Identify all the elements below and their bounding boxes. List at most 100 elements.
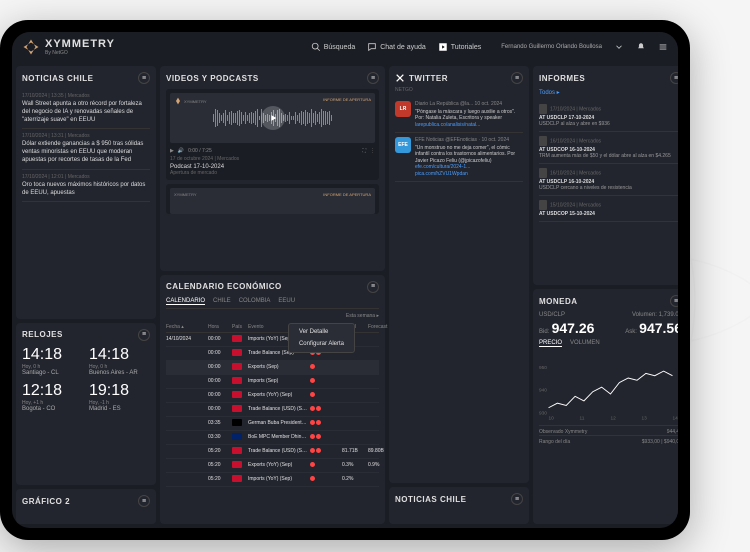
document-icon (539, 168, 547, 178)
panel-title: TWITTER (409, 74, 448, 83)
panel-menu-icon[interactable]: ≡ (670, 72, 678, 84)
panel-menu-icon[interactable]: ≡ (670, 295, 678, 307)
svg-text:11: 11 (580, 415, 585, 421)
calendar-row[interactable]: 03:30BoE MPC Member Dhingra S... (166, 431, 379, 445)
clock: 12:18Hoy, +1 hBogota - CO (22, 382, 83, 412)
report-item[interactable]: 16/10/2024 | MercadosAT USDCLP 16-10-202… (539, 164, 678, 196)
svg-text:930: 930 (539, 411, 547, 417)
play-button[interactable] (261, 106, 285, 130)
chat-icon (367, 42, 377, 52)
panel-title: CALENDARIO ECONÓMICO (166, 282, 282, 291)
panel-title: RELOJES (22, 330, 63, 339)
svg-text:12: 12 (611, 415, 617, 421)
panel-menu-icon[interactable]: ≡ (138, 495, 150, 507)
panel-menu-icon[interactable]: ≡ (138, 72, 150, 84)
ask-price: 947.56 (639, 320, 678, 336)
calendar-row[interactable]: 00:00Imports (Sep) 9.7% (166, 375, 379, 389)
brand-logo: XYMMETRY By NetGO (22, 38, 115, 56)
svg-text:10: 10 (549, 415, 555, 421)
play-square-icon (438, 42, 448, 52)
calendar-row[interactable]: 05:20Trade Balance (USD) (Sep) 81.71B89.… (166, 445, 379, 459)
clock: 14:18Hoy, 0 hSantiago - CL (22, 346, 83, 376)
panel-title: VIDEOS Y PODCASTS (166, 74, 259, 83)
clock: 14:18Hoy, 0 hBuenos Aires - AR (89, 346, 150, 376)
currency-pair: USD/CLP (539, 312, 565, 318)
calendar-filter[interactable]: Esta semana ▸ (166, 313, 379, 319)
logo-icon (22, 38, 40, 56)
panel-menu-icon[interactable]: ≡ (138, 329, 150, 341)
flag-icon (232, 447, 242, 454)
twitter-panel: TWITTER ≡ NETGO LRDiario La República @l… (389, 66, 529, 483)
price-chart: 9309409501011121314 (539, 351, 678, 421)
search-icon (311, 42, 321, 52)
context-view-detail[interactable]: Ver Detalle (291, 326, 352, 338)
tab-precio[interactable]: PRECIO (539, 340, 562, 347)
tutorials-action[interactable]: Tutoriales (438, 42, 481, 52)
news-chile-panel: NOTICIAS CHILE ≡ 17/10/2024 | 13:35 | Me… (16, 66, 156, 319)
play-icon (268, 113, 278, 123)
calendar-row[interactable]: 00:00Trade Balance (USD) (Sep) (166, 403, 379, 417)
flag-icon (232, 419, 242, 426)
flag-icon (232, 433, 242, 440)
twitter-icon (395, 73, 405, 83)
calendar-tab[interactable]: COLOMBIA (239, 298, 271, 305)
more-icon[interactable]: ⋮ (370, 148, 375, 154)
flag-icon (232, 475, 242, 482)
report-item[interactable]: 17/10/2024 | MercadosAT USDCLP 17-10-202… (539, 100, 678, 132)
flag-icon (232, 461, 242, 468)
play-control-icon[interactable]: ▶ (170, 148, 174, 154)
flag-icon (232, 405, 242, 412)
video-card[interactable]: XYMMETRY INFORME DE APERTURA ▶ 🔊 0:00 / … (166, 89, 379, 180)
topbar: XYMMETRY By NetGO Búsqueda Chat de ayuda… (12, 32, 678, 62)
calendar-tab[interactable]: CHILE (213, 298, 231, 305)
panel-menu-icon[interactable]: ≡ (367, 281, 379, 293)
calendar-tab[interactable]: EEUU (278, 298, 295, 305)
document-icon (539, 200, 547, 210)
calendar-row[interactable]: 05:20Exports (YoY) (Sep) 0.3%0.9%0.5% (166, 459, 379, 473)
panel-menu-icon[interactable]: ≡ (511, 72, 523, 84)
news-item[interactable]: 17/10/2024 | 13:35 | MercadosWall Street… (22, 89, 150, 129)
flag-icon (232, 391, 242, 398)
chevron-down-icon[interactable] (614, 42, 624, 52)
calendar-row[interactable]: 00:00Exports (Sep) (166, 361, 379, 375)
panel-title: INFORMES (539, 74, 585, 83)
avatar: EFE (395, 137, 411, 153)
volume-icon[interactable]: 🔊 (178, 148, 184, 154)
report-item[interactable]: 15/10/2024 | MercadosAT USDCOP 15-10-202… (539, 196, 678, 222)
calendar-row[interactable]: 05:20Imports (YoY) (Sep) 0.2% (166, 473, 379, 487)
clock: 19:18Hoy, -1 hMadrid - ES (89, 382, 150, 412)
panel-title: NOTICIAS CHILE (395, 495, 466, 504)
document-icon (539, 136, 547, 146)
brand-sub: By NetGO (45, 50, 115, 56)
tweet[interactable]: LRDiario La República @la... 10 oct. 202… (395, 97, 523, 133)
bell-icon[interactable] (636, 42, 646, 52)
context-configure-alert[interactable]: Configurar Alerta (291, 338, 352, 350)
tweet[interactable]: EFEEFE Noticias @EFEnoticias · 10 oct. 2… (395, 133, 523, 182)
search-action[interactable]: Búsqueda (311, 42, 356, 52)
currency-panel: MONEDA ≡ USD/CLP Volumen: 1,739.00 Bid: … (533, 289, 678, 524)
panel-title: NOTICIAS CHILE (22, 74, 93, 83)
report-item[interactable]: 16/10/2024 | MercadosAT USDCOP 16-10-202… (539, 132, 678, 164)
user-name[interactable]: Fernando Guillermo Orlando Boullosa (501, 44, 602, 50)
video-controls[interactable]: ▶ 🔊 0:00 / 7:25 ⛶ ⋮ (170, 146, 375, 156)
document-icon (539, 104, 547, 114)
tab-volumen[interactable]: VOLUMEN (570, 340, 600, 347)
calendar-tab[interactable]: CALENDARIO (166, 298, 205, 305)
flag-icon (232, 349, 242, 356)
video-thumb[interactable]: XYMMETRY INFORME DE APERTURA (170, 93, 375, 143)
svg-text:14: 14 (672, 415, 678, 421)
todos-link[interactable]: Todos ▸ (539, 89, 678, 96)
news-item[interactable]: 17/10/2024 | 13:31 | MercadosDólar extie… (22, 129, 150, 169)
expand-icon[interactable]: ⛶ (362, 148, 366, 154)
bid-price: 947.26 (552, 320, 595, 336)
chat-action[interactable]: Chat de ayuda (367, 42, 426, 52)
panel-menu-icon[interactable]: ≡ (367, 72, 379, 84)
calendar-row[interactable]: 00:00Exports (YoY) (Sep) 91.02B (166, 389, 379, 403)
calendar-panel: CALENDARIO ECONÓMICO ≡ CALENDARIO CHILE CO… (160, 275, 385, 524)
flag-icon (232, 335, 242, 342)
news-item[interactable]: 17/10/2024 | 12:01 | MercadosOro toca nu… (22, 170, 150, 203)
menu-icon[interactable] (658, 42, 668, 52)
video-card[interactable]: XYMMETRY INFORME DE APERTURA (166, 184, 379, 214)
calendar-row[interactable]: 03:35German Buba President Na... (166, 417, 379, 431)
panel-menu-icon[interactable]: ≡ (511, 493, 523, 505)
